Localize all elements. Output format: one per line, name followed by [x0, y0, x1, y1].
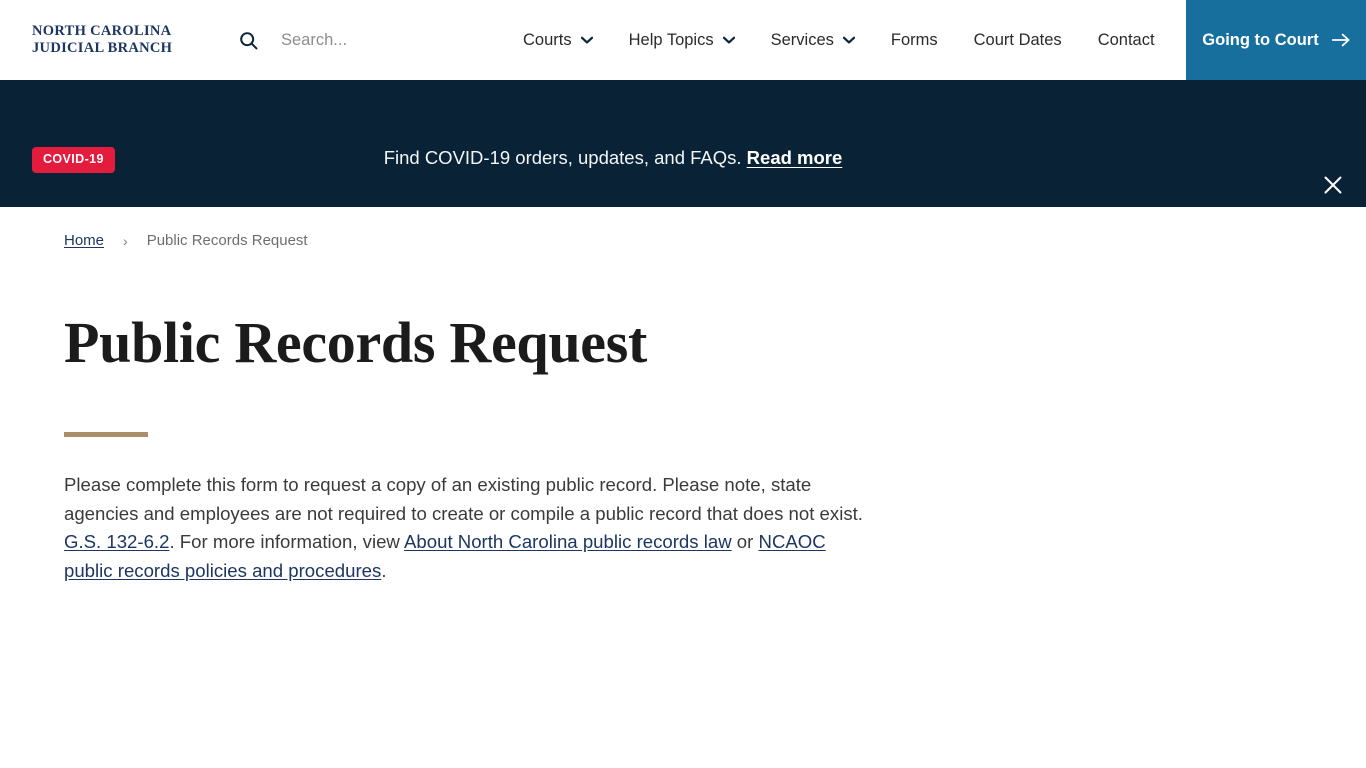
site-logo[interactable]: NORTH CAROLINA JUDICIAL BRANCH	[32, 23, 192, 57]
breadcrumb-item-current: Public Records Request	[146, 232, 308, 249]
paragraph-text-part-2: . For more information, view	[169, 531, 405, 553]
nav-item-services[interactable]: Services	[753, 31, 873, 50]
covid-alert-banner: COVID-19 Find COVID-19 orders, updates, …	[0, 80, 1366, 207]
breadcrumb: Home › Public Records Request	[64, 207, 1366, 249]
chevron-down-icon[interactable]	[580, 36, 593, 44]
logo-line-1: NORTH CAROLINA	[32, 23, 172, 39]
primary-navigation: Courts Help Topics Services Forms Court …	[505, 0, 1173, 80]
nav-label-forms: Forms	[890, 30, 938, 49]
page-title: Public Records Request	[64, 310, 648, 375]
banner-message: Find COVID-19 orders, updates, and FAQs.…	[0, 147, 1366, 169]
banner-read-more-link[interactable]: Read more	[747, 147, 843, 168]
nav-item-help-topics[interactable]: Help Topics	[611, 31, 753, 50]
paragraph-text-part-1: Please complete this form to request a c…	[64, 474, 863, 524]
nav-item-forms[interactable]: Forms	[873, 31, 956, 50]
nav-label-services: Services	[770, 30, 834, 49]
going-to-court-button[interactable]: Going to Court	[1186, 0, 1366, 80]
search-icon[interactable]	[239, 31, 258, 50]
nav-label-contact: Contact	[1097, 30, 1155, 49]
nav-label-court-dates: Court Dates	[973, 30, 1062, 49]
intro-paragraph: Please complete this form to request a c…	[64, 437, 879, 585]
banner-message-text: Find COVID-19 orders, updates, and FAQs.	[383, 147, 742, 168]
link-about-nc-public-records-law[interactable]: About North Carolina public records law	[404, 531, 732, 552]
chevron-down-icon[interactable]	[722, 36, 735, 44]
arrow-right-icon	[1331, 33, 1350, 47]
nav-item-courts[interactable]: Courts	[505, 31, 611, 50]
paragraph-text-part-3: or	[731, 531, 759, 553]
nav-item-contact[interactable]: Contact	[1080, 31, 1173, 50]
nav-label-courts: Courts	[523, 30, 572, 49]
paragraph-text-part-4: .	[381, 559, 387, 581]
search-input[interactable]	[281, 30, 481, 50]
chevron-down-icon[interactable]	[842, 36, 855, 44]
breadcrumb-item-home[interactable]: Home	[64, 232, 104, 249]
nav-label-help-topics: Help Topics	[628, 30, 714, 49]
breadcrumb-separator-icon: ›	[123, 232, 128, 249]
close-icon[interactable]	[1320, 172, 1346, 198]
logo-line-2: JUDICIAL BRANCH	[32, 40, 173, 56]
link-gs-132-6-2[interactable]: G.S. 132-6.2	[64, 531, 169, 552]
main-content: Home › Public Records Request Public Rec…	[0, 207, 1366, 586]
going-to-court-label: Going to Court	[1202, 30, 1319, 49]
search-bar[interactable]	[239, 20, 481, 60]
nav-item-court-dates[interactable]: Court Dates	[956, 31, 1080, 50]
site-header: NORTH CAROLINA JUDICIAL BRANCH Courts He…	[0, 0, 1366, 80]
